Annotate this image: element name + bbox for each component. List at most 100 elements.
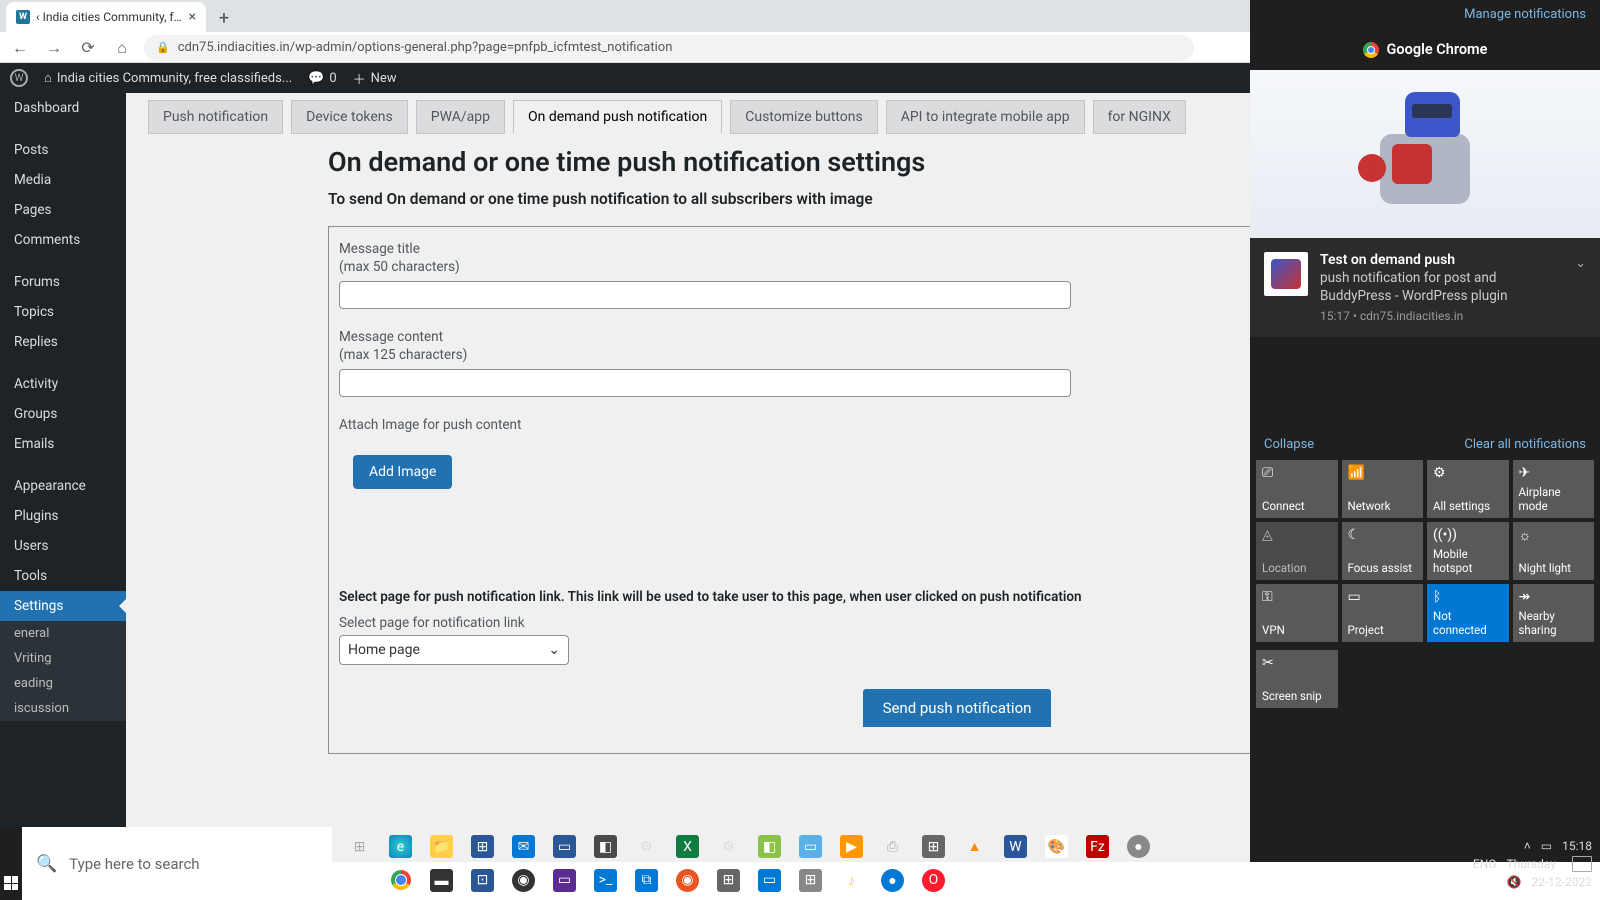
tile-connect[interactable]: ⎚Connect: [1256, 460, 1338, 518]
excel-icon[interactable]: X: [676, 835, 699, 858]
tab-api[interactable]: API to integrate mobile app: [886, 100, 1085, 134]
mail-icon[interactable]: ✉: [512, 835, 535, 858]
app-icon[interactable]: ●: [1127, 835, 1150, 858]
app-icon[interactable]: ▭: [758, 869, 781, 892]
menu-media[interactable]: Media: [0, 165, 126, 195]
menu-plugins[interactable]: Plugins: [0, 501, 126, 531]
address-bar[interactable]: 🔒 cdn75.indiacities.in/wp-admin/options-…: [144, 35, 1194, 61]
app-icon[interactable]: ▶: [840, 835, 863, 858]
obs-icon[interactable]: ◉: [512, 869, 535, 892]
forward-icon[interactable]: →: [42, 38, 66, 58]
taskbar-search[interactable]: 🔍 Type here to search: [22, 827, 332, 900]
tab-push-notification[interactable]: Push notification: [148, 100, 283, 134]
tile-airplane[interactable]: ✈Airplane mode: [1513, 460, 1595, 518]
menu-topics[interactable]: Topics: [0, 297, 126, 327]
chrome-icon[interactable]: [389, 869, 412, 892]
submenu-discussion[interactable]: iscussion: [0, 696, 126, 721]
tray-lang[interactable]: ENG: [1473, 857, 1497, 871]
menu-pages[interactable]: Pages: [0, 195, 126, 225]
message-title-input[interactable]: [339, 281, 1071, 309]
tray-overflow-icon[interactable]: ˄: [1524, 839, 1531, 853]
new-tab-button[interactable]: +: [210, 4, 238, 32]
vscode-icon[interactable]: ⧉: [635, 869, 658, 892]
app-icon[interactable]: ◧: [758, 835, 781, 858]
tab-customize-buttons[interactable]: Customize buttons: [730, 100, 877, 134]
reload-icon[interactable]: ⟳: [76, 38, 100, 57]
tab-device-tokens[interactable]: Device tokens: [291, 100, 408, 134]
submenu-general[interactable]: eneral: [0, 621, 126, 646]
menu-emails[interactable]: Emails: [0, 429, 126, 459]
submenu-writing[interactable]: Vriting: [0, 646, 126, 671]
filezilla-icon[interactable]: Fz: [1086, 835, 1109, 858]
tile-network[interactable]: 📶Network: [1342, 460, 1424, 518]
page-select[interactable]: Home page ⌄: [339, 635, 569, 665]
menu-replies[interactable]: Replies: [0, 327, 126, 357]
notification-card[interactable]: Test on demand push push notification fo…: [1250, 238, 1600, 337]
menu-activity[interactable]: Activity: [0, 369, 126, 399]
tile-nearby-sharing[interactable]: ↠Nearby sharing: [1513, 584, 1595, 642]
explorer-icon[interactable]: 📁: [430, 835, 453, 858]
menu-comments[interactable]: Comments: [0, 225, 126, 255]
store-icon[interactable]: ⊞: [471, 835, 494, 858]
tile-mobile-hotspot[interactable]: ((•))Mobile hotspot: [1427, 522, 1509, 580]
menu-tools[interactable]: Tools: [0, 561, 126, 591]
calculator-icon[interactable]: ⊞: [922, 835, 945, 858]
collapse-link[interactable]: Collapse: [1264, 437, 1314, 452]
submenu-reading[interactable]: eading: [0, 671, 126, 696]
paint-icon[interactable]: 🎨: [1045, 835, 1068, 858]
tray-date[interactable]: 22-12-2022: [1531, 875, 1592, 889]
action-center-icon[interactable]: [1572, 856, 1592, 872]
tile-bluetooth[interactable]: ᛒNot connected: [1427, 584, 1509, 642]
app-icon[interactable]: ▭: [553, 869, 576, 892]
menu-groups[interactable]: Groups: [0, 399, 126, 429]
taskview-icon[interactable]: ⊞: [348, 835, 371, 858]
notepad-icon[interactable]: ▭: [799, 835, 822, 858]
menu-posts[interactable]: Posts: [0, 135, 126, 165]
manage-notifications-link[interactable]: Manage notifications: [1250, 0, 1600, 29]
network-tray-icon[interactable]: ▭: [1541, 839, 1552, 853]
tile-screen-snip[interactable]: ✂Screen snip: [1256, 650, 1338, 708]
edge-icon[interactable]: e: [389, 835, 412, 858]
app-icon[interactable]: ◧: [594, 835, 617, 858]
opera-icon[interactable]: O: [922, 869, 945, 892]
powershell-icon[interactable]: >_: [594, 869, 617, 892]
clear-all-link[interactable]: Clear all notifications: [1464, 437, 1586, 452]
menu-forums[interactable]: Forums: [0, 267, 126, 297]
vlc-icon[interactable]: ▲: [963, 835, 986, 858]
start-button[interactable]: [0, 827, 22, 900]
tile-location[interactable]: ◬Location: [1256, 522, 1338, 580]
new-content-link[interactable]: ＋New: [353, 69, 397, 88]
browser-tab[interactable]: W ‹ India cities Community, free cla ×: [6, 2, 206, 32]
volume-mute-icon[interactable]: 🔇: [1506, 875, 1521, 889]
app-icon[interactable]: ⊡: [471, 869, 494, 892]
word-icon[interactable]: W: [1004, 835, 1027, 858]
tab-close-icon[interactable]: ×: [189, 9, 196, 25]
home-icon[interactable]: ⌂: [110, 38, 134, 58]
tile-vpn[interactable]: ⚿VPN: [1256, 584, 1338, 642]
chevron-down-icon[interactable]: ⌄: [1575, 252, 1586, 323]
message-content-input[interactable]: [339, 369, 1071, 397]
app-icon[interactable]: ●: [881, 869, 904, 892]
back-icon[interactable]: ←: [8, 38, 32, 58]
tile-project[interactable]: ▭Project: [1342, 584, 1424, 642]
tab-nginx[interactable]: for NGINX: [1093, 100, 1186, 134]
add-image-button[interactable]: Add Image: [353, 455, 452, 489]
menu-users[interactable]: Users: [0, 531, 126, 561]
tile-night-light[interactable]: ☼Night light: [1513, 522, 1595, 580]
terminal-icon[interactable]: ▬: [430, 869, 453, 892]
app-icon[interactable]: ⎙: [881, 835, 904, 858]
site-name-link[interactable]: ⌂India cities Community, free classified…: [44, 70, 292, 86]
tile-all-settings[interactable]: ⚙All settings: [1427, 460, 1509, 518]
ubuntu-icon[interactable]: ◉: [676, 869, 699, 892]
tray-day[interactable]: Thursday: [1506, 857, 1556, 871]
tab-pwa-app[interactable]: PWA/app: [416, 100, 505, 134]
menu-appearance[interactable]: Appearance: [0, 471, 126, 501]
app-icon[interactable]: ⊞: [799, 869, 822, 892]
app-icon[interactable]: ♪: [840, 869, 863, 892]
app-icon[interactable]: ⚙: [717, 835, 740, 858]
send-push-button[interactable]: Send push notification: [863, 689, 1052, 727]
comments-link[interactable]: 💬0: [308, 71, 337, 86]
settings-icon[interactable]: ⚙: [635, 835, 658, 858]
menu-dashboard[interactable]: Dashboard: [0, 93, 126, 123]
menu-settings[interactable]: Settings: [0, 591, 126, 621]
